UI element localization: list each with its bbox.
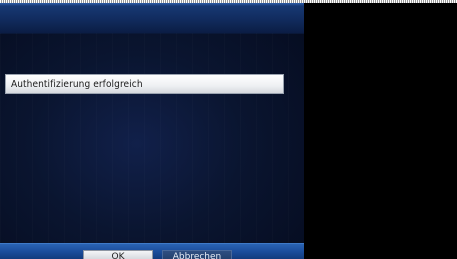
cancel-button-label: Abbrechen [172, 252, 222, 259]
tv-dialog-panel: Authentifizierung erfolgreich OK Abbrech… [0, 3, 304, 259]
dialog-title-bar [0, 3, 304, 34]
cancel-button[interactable]: Abbrechen [162, 250, 232, 259]
dialog-button-bar: OK Abbrechen [0, 243, 304, 259]
status-message-row: Authentifizierung erfolgreich [5, 74, 284, 94]
panel-background-texture [0, 33, 304, 259]
ok-button-label: OK [111, 252, 125, 259]
status-message-text: Authentifizierung erfolgreich [11, 78, 143, 90]
black-side-area [304, 3, 457, 259]
ok-button[interactable]: OK [83, 250, 153, 259]
